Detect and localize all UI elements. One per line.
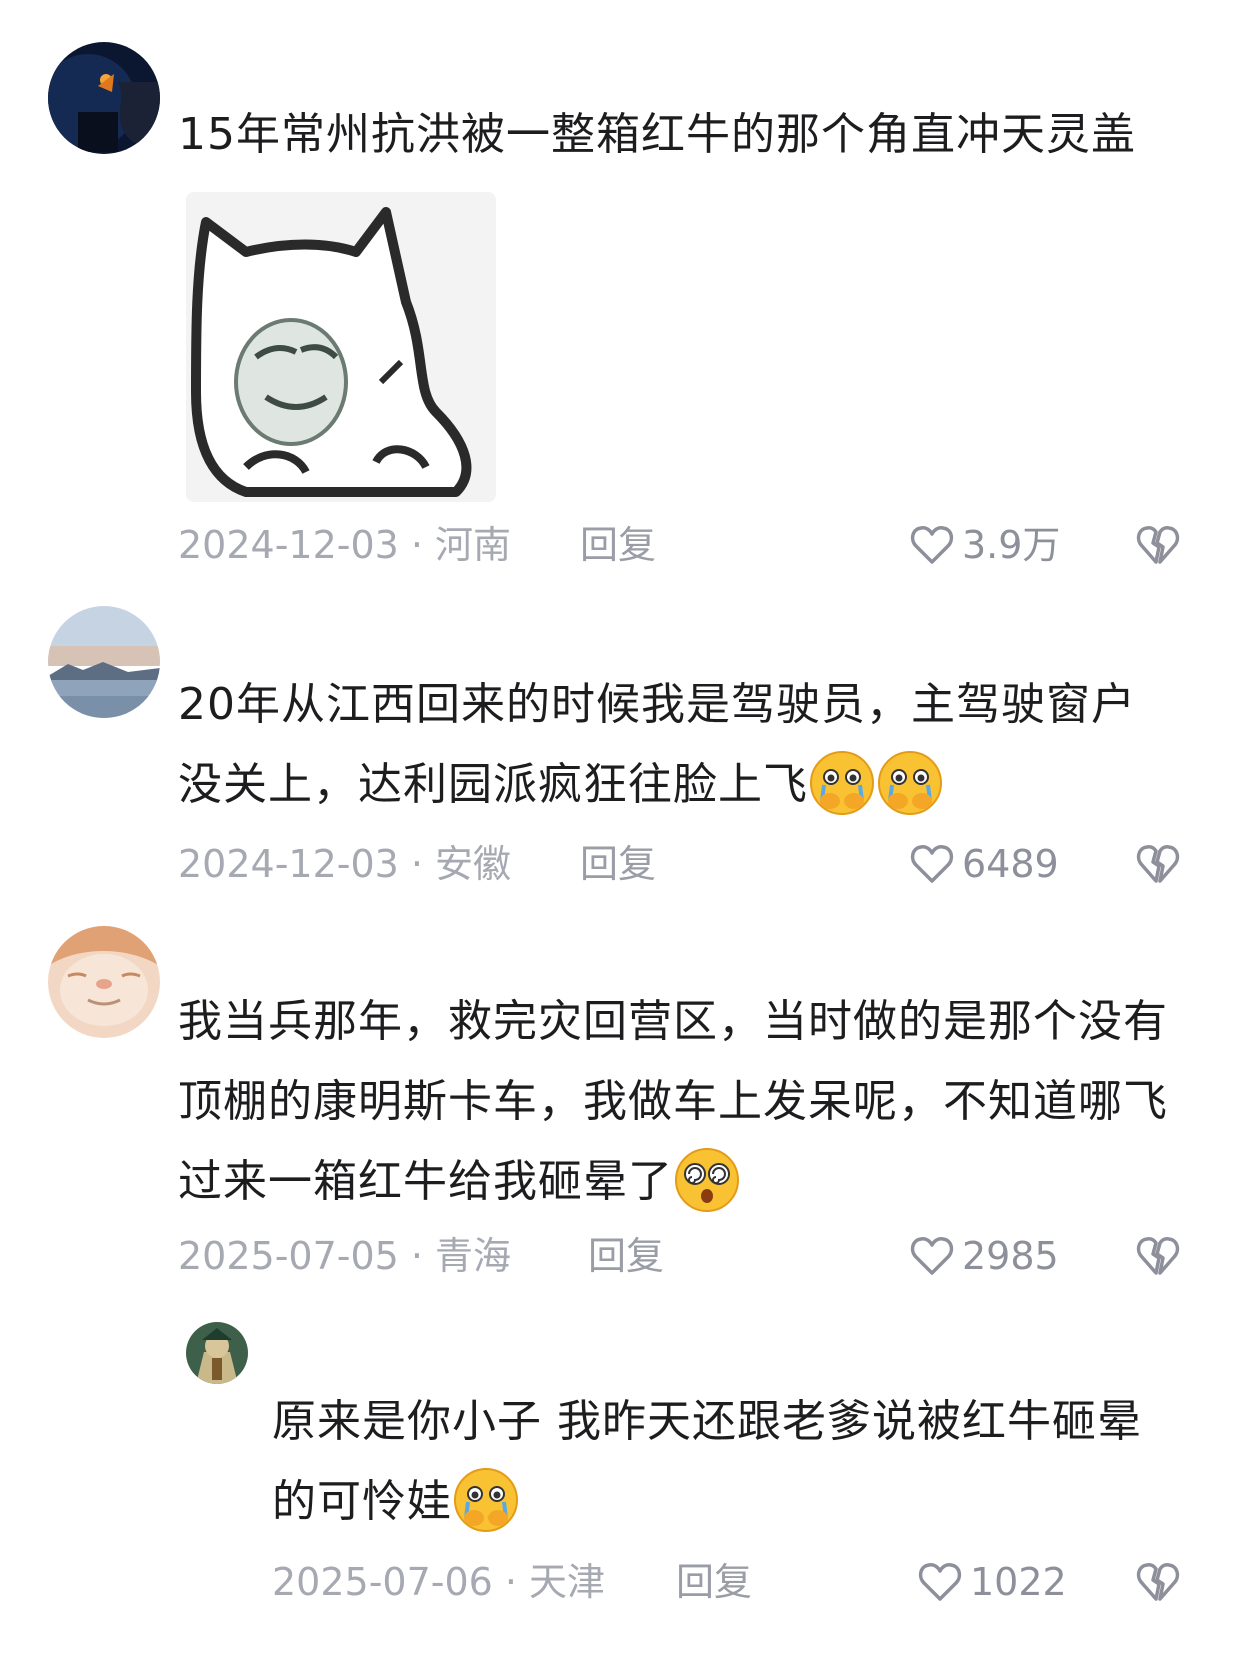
like-count: 1022 (970, 1560, 1067, 1604)
comment-text: 原来是你小子 我昨天还跟老爹说被红牛砸晕的可怜娃 (272, 1382, 1172, 1542)
dizzy-face-emoji-icon (675, 1148, 739, 1212)
reply-button[interactable]: 回复 (676, 1552, 752, 1612)
avatar[interactable] (48, 606, 160, 718)
like-count: 3.9万 (962, 523, 1061, 567)
sticker-image[interactable] (186, 192, 496, 502)
like-count: 2985 (962, 1234, 1059, 1278)
comment-text: 20年从江西回来的时候我是驾驶员，主驾驶窗户没关上，达利园派疯狂往脸上飞 (178, 665, 1168, 825)
reply-button[interactable]: 回复 (580, 834, 656, 894)
comment-text: 我当兵那年，救完灾回营区，当时做的是那个没有顶棚的康明斯卡车，我做车上发呆呢，不… (178, 982, 1168, 1222)
comment-date: 2025-07-06 (272, 1560, 493, 1604)
separator: · (410, 1234, 423, 1278)
heart-icon (918, 1563, 962, 1601)
avatar[interactable] (186, 1322, 248, 1384)
comment-location: 安徽 (434, 842, 511, 886)
separator: · (410, 842, 423, 886)
separator: · (504, 1560, 517, 1604)
like-button[interactable]: 6489 (908, 834, 1059, 894)
like-count: 6489 (962, 842, 1059, 886)
heart-icon (910, 1237, 954, 1275)
comment-date: 2025-07-05 (178, 1234, 399, 1278)
crying-pleading-emoji-icon (810, 751, 874, 815)
comment-text-content: 原来是你小子 我昨天还跟老爹说被红牛砸晕的可怜娃 (272, 1396, 1142, 1527)
reply-button[interactable]: 回复 (580, 515, 656, 575)
separator: · (410, 523, 423, 567)
comment-meta: 2024-12-03 · 河南 (178, 515, 511, 575)
crying-pleading-emoji-icon (878, 751, 942, 815)
comment-location: 天津 (528, 1560, 605, 1604)
heart-icon (910, 845, 954, 883)
broken-heart-icon[interactable] (1134, 1232, 1182, 1280)
comment-location: 青海 (434, 1234, 511, 1278)
heart-icon (910, 526, 954, 564)
avatar[interactable] (48, 926, 160, 1038)
crying-pleading-emoji-icon (454, 1468, 518, 1532)
like-button[interactable]: 2985 (908, 1226, 1059, 1286)
comment-meta: 2025-07-05 · 青海 (178, 1226, 511, 1286)
like-button[interactable]: 3.9万 (908, 515, 1060, 575)
like-button[interactable]: 1022 (916, 1552, 1067, 1612)
reply-button[interactable]: 回复 (588, 1226, 664, 1286)
comment-date: 2024-12-03 (178, 842, 399, 886)
broken-heart-icon[interactable] (1134, 1558, 1182, 1606)
broken-heart-icon[interactable] (1134, 521, 1182, 569)
comment-date: 2024-12-03 (178, 523, 399, 567)
comment-text-content: 20年从江西回来的时候我是驾驶员，主驾驶窗户没关上，达利园派疯狂往脸上飞 (178, 679, 1136, 810)
broken-heart-icon[interactable] (1134, 840, 1182, 888)
comment-location: 河南 (434, 523, 511, 567)
comment-text: 15年常州抗洪被一整箱红牛的那个角直冲天灵盖 (178, 109, 1136, 160)
comment-meta: 2024-12-03 · 安徽 (178, 834, 511, 894)
avatar[interactable] (48, 42, 160, 154)
comment-meta: 2025-07-06 · 天津 (272, 1552, 605, 1612)
